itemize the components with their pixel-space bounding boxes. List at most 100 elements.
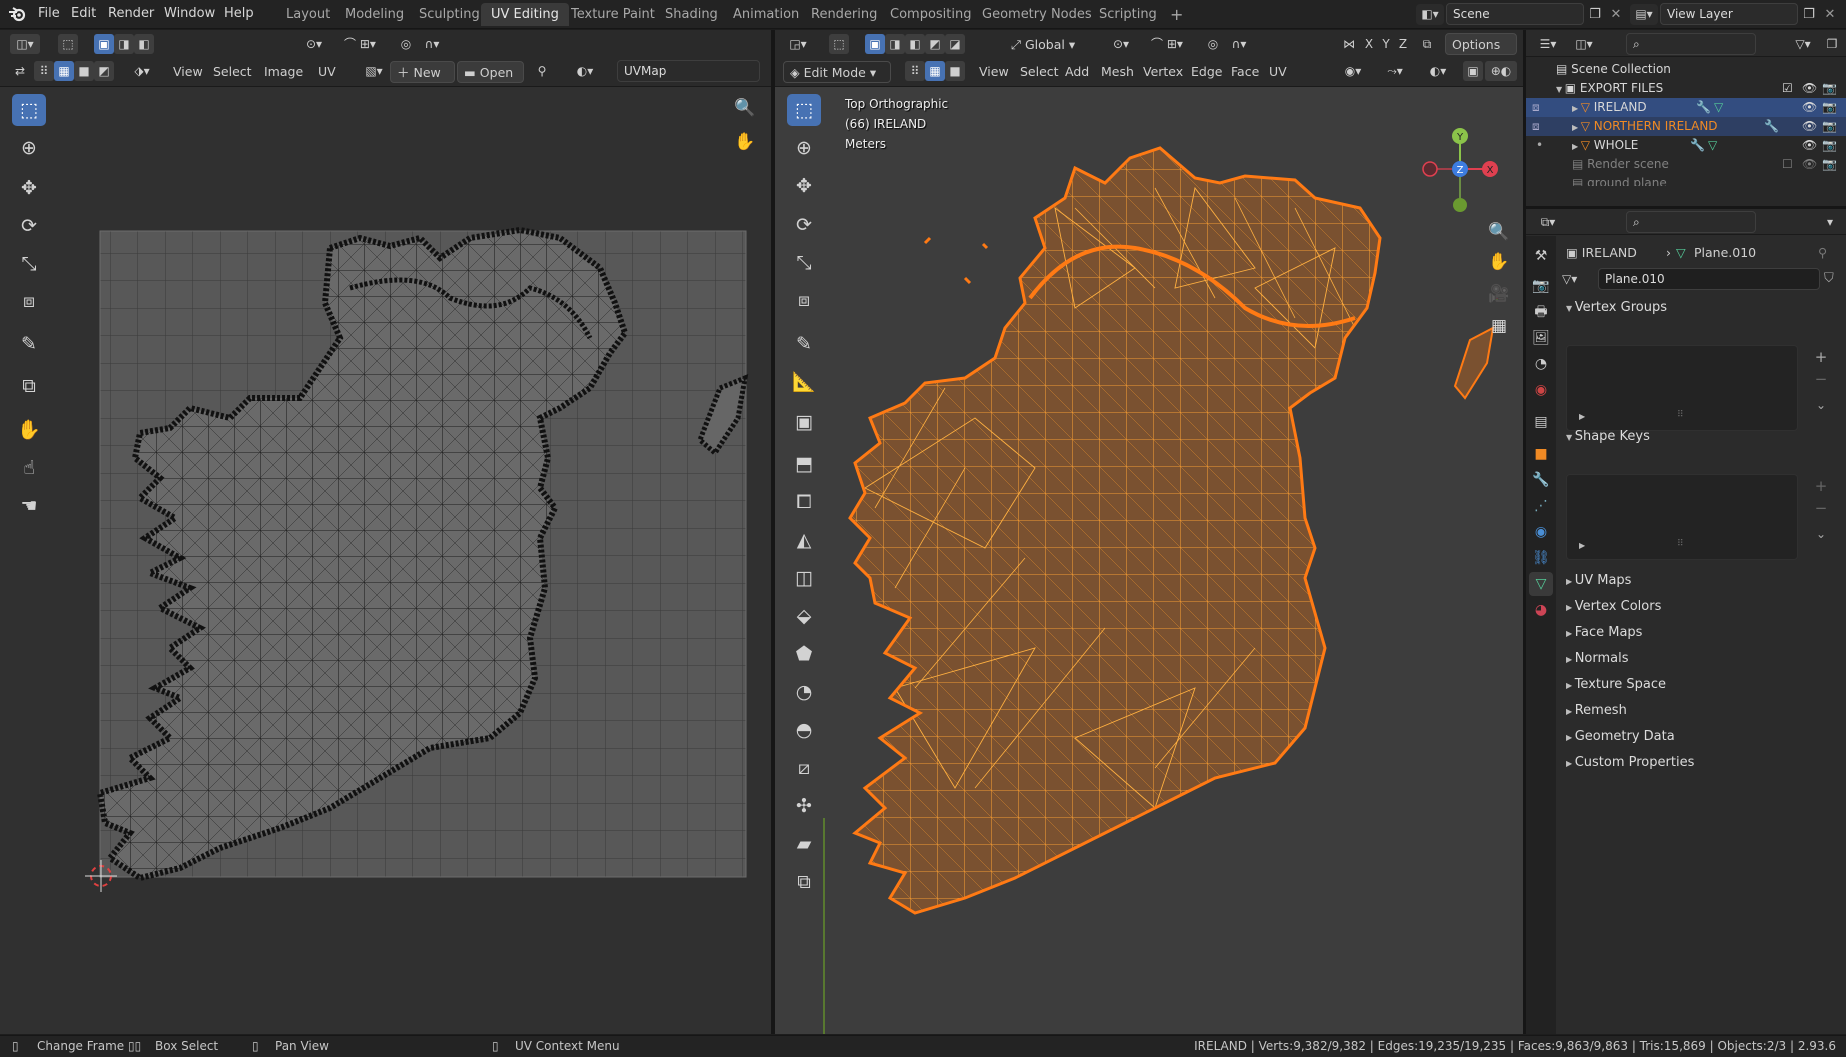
vp-bevel-tool-icon[interactable]: ◭ — [787, 524, 821, 556]
list-expand-icon[interactable]: ▶ — [1579, 412, 1585, 421]
checkbox-checked-icon[interactable]: ☑ — [1782, 79, 1793, 98]
blender-logo-icon[interactable] — [8, 5, 26, 23]
face-select-icon[interactable]: ■ — [74, 61, 94, 81]
vp-transform-tool-icon[interactable]: ⧈ — [787, 284, 821, 316]
uv-overlay-icon[interactable]: ◐▾ — [568, 61, 602, 81]
vp-knife-tool-icon[interactable]: ⬙ — [787, 600, 821, 632]
properties-editor-icon[interactable]: ⧉▾ — [1534, 212, 1562, 232]
remove-shape-key-icon[interactable]: − — [1810, 498, 1832, 518]
world-tab-icon[interactable]: ◉ — [1529, 378, 1553, 402]
vp-rip-tool-icon[interactable]: ⧉ — [787, 866, 821, 898]
object-tab-icon[interactable]: ■ — [1529, 442, 1553, 466]
section-texture-space[interactable]: ▶ Texture Space — [1566, 674, 1836, 696]
vertex-select-icon[interactable]: ⠿ — [34, 61, 54, 81]
scene-selector-icon[interactable]: ◧▾ — [1416, 4, 1444, 25]
auto-merge-icon[interactable]: ⧉ — [1417, 34, 1437, 54]
tab-animation[interactable]: Animation — [723, 3, 809, 26]
vp-edge-slide-tool-icon[interactable]: ⧄ — [787, 752, 821, 784]
viewport-menu-uv[interactable]: UV — [1263, 61, 1293, 83]
eye-icon[interactable]: 👁 — [1802, 117, 1817, 136]
viewport-canvas[interactable] — [775, 88, 1523, 1034]
section-uv-maps[interactable]: ▶ UV Maps — [1566, 570, 1836, 592]
shape-keys-list[interactable]: ▶ ⠿ — [1566, 474, 1798, 560]
viewport-vertex-select-icon[interactable]: ⠿ — [905, 61, 925, 81]
open-image-button[interactable]: ▬ Open — [457, 61, 524, 83]
mesh-data-tab-icon[interactable]: ▽ — [1529, 572, 1553, 596]
eye-icon[interactable]: 👁 — [1802, 98, 1817, 117]
select-subtract-icon[interactable]: ◧ — [134, 34, 154, 54]
camera-icon[interactable]: 📷 — [1822, 79, 1837, 98]
eye-icon[interactable]: 👁 — [1802, 79, 1817, 98]
viewport-snap-icon[interactable]: ⌒ ⊞▾ — [1145, 34, 1189, 54]
context-mesh[interactable]: Plane.010 — [1694, 243, 1756, 263]
vp-move-tool-icon[interactable]: ✥ — [787, 170, 821, 202]
output-tab-icon[interactable]: 🖶 — [1529, 300, 1553, 324]
vp-zoom-icon[interactable]: 🔍 — [1485, 218, 1513, 246]
island-select-icon[interactable]: ◩ — [94, 61, 114, 81]
material-tab-icon[interactable]: ◕ — [1529, 598, 1553, 622]
vp-smooth-tool-icon[interactable]: ◓ — [787, 714, 821, 746]
checkbox-icon[interactable]: ☐ — [1782, 155, 1793, 174]
new-image-button[interactable]: ＋ New — [390, 61, 455, 83]
view-layer-field[interactable]: View Layer — [1660, 3, 1798, 25]
viewport-select-intersect-icon[interactable]: ◪ — [945, 34, 965, 54]
tab-texture-paint[interactable]: Texture Paint — [561, 3, 665, 26]
properties-search[interactable]: ⌕ — [1626, 211, 1756, 233]
options-dropdown[interactable]: Options ▾ — [1445, 33, 1517, 74]
shape-key-specials-icon[interactable]: ⌄ — [1810, 524, 1832, 544]
editor-type-icon[interactable]: ◫▾ — [10, 34, 40, 54]
vp-cursor-tool-icon[interactable]: ⊕ — [787, 132, 821, 164]
viewport-select-subtract-icon[interactable]: ◧ — [905, 34, 925, 54]
remove-vertex-group-icon[interactable]: − — [1810, 369, 1832, 389]
vp-shear-tool-icon[interactable]: ▰ — [787, 828, 821, 860]
proportional-edit-icon[interactable]: ◎ — [396, 34, 416, 54]
tab-layout[interactable]: Layout — [276, 3, 340, 26]
viewport-falloff-icon[interactable]: ∩▾ — [1225, 34, 1253, 54]
mirror-x-toggle[interactable]: X — [1361, 34, 1377, 54]
section-face-maps[interactable]: ▶ Face Maps — [1566, 622, 1836, 644]
mode-dropdown[interactable]: ◈ Edit Mode ▾ — [783, 61, 891, 83]
snap-icon[interactable]: ⌒ ⊞▾ — [338, 34, 382, 54]
tab-geometry-nodes[interactable]: Geometry Nodes — [972, 3, 1102, 26]
viewport-menu-edge[interactable]: Edge — [1185, 61, 1228, 83]
falloff-icon[interactable]: ∩▾ — [418, 34, 446, 54]
pin-icon[interactable]: ⚲ — [532, 61, 552, 81]
select-extend-icon[interactable]: ◨ — [114, 34, 134, 54]
section-remesh[interactable]: ▶ Remesh — [1566, 700, 1836, 722]
viewport-menu-face[interactable]: Face — [1225, 61, 1265, 83]
vp-poly-build-tool-icon[interactable]: ⬟ — [787, 638, 821, 670]
uv-menu-uv[interactable]: UV — [312, 61, 342, 83]
viewport-select-invert-icon[interactable]: ◩ — [925, 34, 945, 54]
vp-loop-cut-tool-icon[interactable]: ◫ — [787, 562, 821, 594]
viewport-menu-add[interactable]: Add — [1059, 61, 1095, 83]
section-geometry-data[interactable]: ▶ Geometry Data — [1566, 726, 1836, 748]
vp-scale-tool-icon[interactable]: ⤡ — [787, 247, 821, 279]
menu-edit[interactable]: Edit — [65, 4, 102, 24]
mirror-icon[interactable]: ⋈ — [1339, 34, 1359, 54]
xray-toggle-icon[interactable]: ▣ — [1463, 61, 1483, 81]
physics-tab-icon[interactable]: ◉ — [1529, 520, 1553, 544]
viewport-pivot-icon[interactable]: ⊙▾ — [1107, 34, 1135, 54]
outliner-item-ireland[interactable]: ⧈ ▶ ▽ IRELAND 🔧 ▽ 👁 📷 — [1526, 98, 1846, 117]
tab-uv-editing[interactable]: UV Editing — [481, 3, 569, 26]
outliner-export-files[interactable]: ▼ ▣ EXPORT FILES ☑ 👁 📷 — [1526, 79, 1846, 98]
vp-add-cube-tool-icon[interactable]: ▣ — [787, 406, 821, 438]
outliner-item-ground-plane[interactable]: ▤ ground plane — [1526, 174, 1846, 186]
outliner-item-render-scene[interactable]: ▤ Render scene ☐ 👁 📷 — [1526, 155, 1846, 174]
eye-icon[interactable]: 👁 — [1802, 136, 1817, 155]
vp-rotate-tool-icon[interactable]: ⟳ — [787, 209, 821, 241]
tool-tab-icon[interactable]: ⚒ — [1529, 244, 1553, 268]
vertex-group-specials-icon[interactable]: ⌄ — [1810, 395, 1832, 415]
pivot-icon[interactable]: ⊙▾ — [300, 34, 328, 54]
outliner-item-whole[interactable]: • ▶ ▽ WHOLE 🔧 ▽ 👁 📷 — [1526, 136, 1846, 155]
edge-select-icon[interactable]: ▦ — [54, 61, 74, 81]
add-shape-key-icon[interactable]: + — [1810, 476, 1832, 496]
tab-shading[interactable]: Shading — [655, 3, 728, 26]
image-browse-icon[interactable]: ▧▾ — [360, 61, 388, 81]
camera-icon[interactable]: 📷 — [1822, 136, 1837, 155]
navigation-gizmo[interactable]: Y X Z — [1420, 120, 1500, 220]
uv-menu-select[interactable]: Select — [207, 61, 258, 83]
vp-select-tool-icon[interactable]: ⬚ — [787, 94, 821, 126]
render-tab-icon[interactable]: 📷 — [1529, 274, 1553, 298]
camera-icon[interactable]: 📷 — [1822, 98, 1837, 117]
